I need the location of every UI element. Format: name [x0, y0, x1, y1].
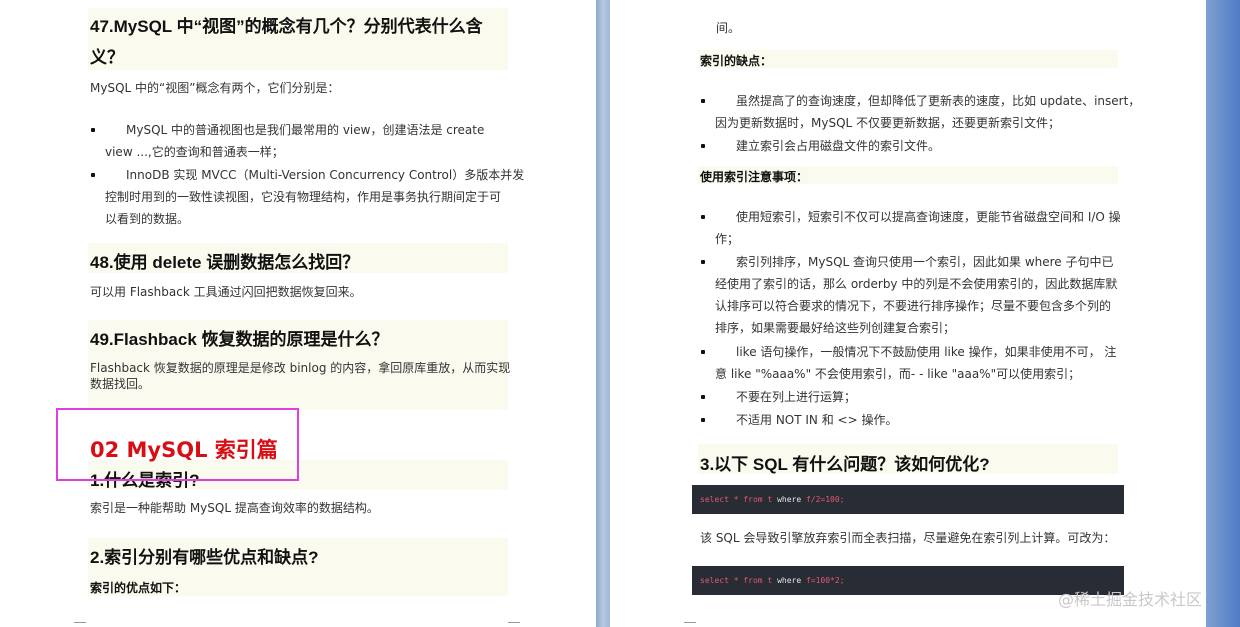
code-text: f=100*2;: [801, 576, 845, 585]
s2-title: 2.索引分别有哪些优点和缺点?: [90, 548, 319, 567]
bullet-icon: [701, 144, 705, 148]
code-keyword: where: [777, 495, 802, 504]
q48-answer: 可以用 Flashback 工具通过闪回把数据恢复回来。: [90, 285, 362, 299]
q3-answer: 该 SQL 会导致引擎放弃索引而全表扫描，尽量避免在索引列上计算。可改为：: [700, 531, 1116, 545]
notes-item2-line3: 认排序可以符合要求的情况下，不要进行排序操作；尽量不要包含多个列的: [715, 299, 1112, 313]
top-fragment: 间。: [716, 21, 741, 35]
q47-item1-line1: MySQL 中的普通视图也是我们最常用的 view，创建语法是 create: [126, 123, 485, 137]
q49-answer-line2: 数据找回。: [90, 377, 151, 391]
bullet-icon: [701, 418, 705, 422]
page-corner-mark: [684, 622, 696, 627]
bullet-icon: [701, 395, 705, 399]
bullet-icon: [701, 99, 705, 103]
code-text: f/2=100;: [801, 495, 845, 504]
q49-answer-line1: Flashback 恢复数据的原理是是修改 binlog 的内容，拿回原库重放，…: [90, 361, 511, 375]
bullet-icon: [701, 215, 705, 219]
cons-item1-line1: 虽然提高了的查询速度，但却降低了更新表的速度，比如 update、insert，: [736, 94, 1141, 108]
code-keyword: where: [777, 576, 802, 585]
document-page-left: 47.MySQL 中“视图”的概念有几个？分别代表什么含 义？ MySQL 中的…: [0, 0, 596, 627]
document-page-right: 间。 索引的缺点： 虽然提高了的查询速度，但却降低了更新表的速度，比如 upda…: [610, 0, 1206, 627]
s2-pros-label: 索引的优点如下：: [90, 581, 187, 595]
notes-item3-line2: 意 like "%aaa%" 不会使用索引，而- - like "aaa%"可以…: [715, 367, 1081, 381]
page-corner-mark: [74, 622, 86, 627]
q47-intro: MySQL 中的“视图”概念有两个，它们分别是：: [90, 81, 340, 95]
q3-title: 3.以下 SQL 有什么问题？该如何优化?: [700, 455, 990, 474]
cons-label: 索引的缺点：: [700, 54, 773, 68]
cons-item1-line2: 因为更新数据时，MySQL 不仅要更新数据，还要更新索引文件；: [715, 116, 1061, 130]
cons-item2-line1: 建立索引会占用磁盘文件的索引文件。: [736, 139, 941, 153]
notes-item3-line1: like 语句操作，一般情况下不鼓励使用 like 操作，如果非使用不可， 注: [736, 345, 1117, 359]
q47-title-line2: 义？: [90, 48, 124, 67]
code-text: select * from t: [700, 495, 778, 504]
notes-item1-line1: 使用短索引，短索引不仅可以提高查询速度，更能节省磁盘空间和 I/O 操: [736, 210, 1121, 224]
q49-title: 49.Flashback 恢复数据的原理是什么？: [90, 330, 389, 349]
q47-item2-line1: InnoDB 实现 MVCC（Multi-Version Concurrency…: [126, 168, 525, 182]
q47-item2-line3: 以看到的数据。: [105, 212, 190, 226]
notes-item4-line1: 不要在列上进行运算；: [736, 390, 857, 404]
q47-title-line1: 47.MySQL 中“视图”的概念有几个？分别代表什么含: [90, 17, 483, 36]
bullet-icon: [91, 173, 95, 177]
code-text: select * from t: [700, 576, 778, 585]
notes-item1-line2: 作；: [715, 232, 740, 246]
q47-item1-line2: view ...,它的查询和普通表一样；: [105, 145, 284, 159]
window-background: [1206, 0, 1240, 627]
q48-title: 48.使用 delete 误删数据怎么找回？: [90, 253, 360, 272]
page-corner-mark: [508, 622, 520, 627]
code-block-1: select * from t where f/2=100;: [692, 485, 1124, 514]
notes-item2-line4: 排序，如果需要最好给这些列创建复合索引；: [715, 321, 956, 335]
bullet-icon: [91, 128, 95, 132]
notes-item5-line1: 不适用 NOT IN 和 <> 操作。: [736, 413, 898, 427]
q47-item2-line2: 控制时用到的一致性读视图，它没有物理结构，作用是事务执行期间定于可: [105, 190, 502, 204]
watermark-text: @稀土掘金技术社区: [1058, 590, 1203, 609]
s1-answer: 索引是一种能帮助 MySQL 提高查询效率的数据结构。: [90, 501, 379, 515]
bullet-icon: [701, 350, 705, 354]
notes-item2-line2: 经使用了索引的话，那么 orderby 中的列是不会使用索引的，因此数据库默: [715, 277, 1118, 291]
notes-item2-line1: 索引列排序，MySQL 查询只使用一个索引，因此如果 where 子句中已: [736, 255, 1114, 269]
page-gutter: [596, 0, 610, 627]
bullet-icon: [701, 260, 705, 264]
highlight-box: [56, 408, 299, 481]
notes-label: 使用索引注意事项：: [700, 170, 809, 184]
